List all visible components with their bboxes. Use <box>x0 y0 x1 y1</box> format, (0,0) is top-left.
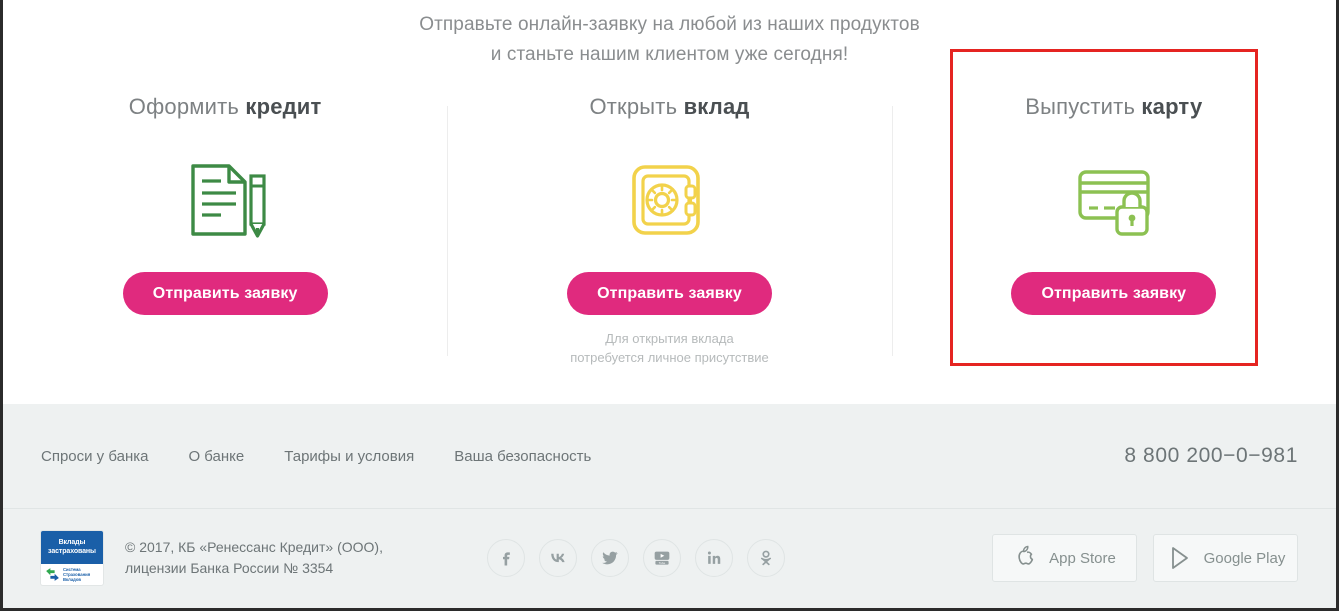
footer-link-ask-bank[interactable]: Спроси у банка <box>41 448 148 465</box>
insurance-badge-title: Вклады застрахованы <box>41 531 103 564</box>
card-deposit[interactable]: Открыть вклад Отправить заявку Для откры… <box>447 94 891 394</box>
app-store-badges: App Store Google Play <box>991 534 1298 582</box>
google-play-label: Google Play <box>1203 549 1286 567</box>
document-pen-icon <box>181 152 269 248</box>
copyright-text: © 2017, КБ «Ренессанс Кредит» (ООО), лиц… <box>125 537 383 579</box>
app-store-label: App Store <box>1049 549 1116 567</box>
card-deposit-title-regular: Открыть <box>589 94 684 119</box>
footer-navigation: Спроси у банка О банке Тарифы и условия … <box>3 404 1336 508</box>
card-issue-title: Выпустить карту <box>1025 94 1202 120</box>
card-apply-button[interactable]: Отправить заявку <box>1011 272 1217 315</box>
product-cards: Оформить кредит Отправить заявку Открыть… <box>3 94 1336 394</box>
card-deposit-title: Открыть вклад <box>589 94 749 120</box>
safe-icon <box>625 152 713 248</box>
headline-line-1: Отправьте онлайн-заявку на любой из наши… <box>419 14 920 35</box>
google-play-icon <box>1171 547 1188 569</box>
linkedin-icon[interactable] <box>694 539 733 577</box>
deposit-note-line-2: потребуется личное присутствие <box>570 350 769 365</box>
page-footer: Спроси у банка О банке Тарифы и условия … <box>3 404 1336 608</box>
footer-phone-number[interactable]: 8 800 200−0−981 <box>1124 444 1298 468</box>
credit-apply-button[interactable]: Отправить заявку <box>122 272 328 315</box>
card-issue-title-regular: Выпустить <box>1025 94 1142 119</box>
deposit-apply-button[interactable]: Отправить заявку <box>567 272 772 315</box>
page-headline: Отправьте онлайн-заявку на любой из наши… <box>3 0 1336 70</box>
insurance-badge-sub: Система Страхования Вкладов <box>41 564 103 585</box>
svg-text:Tube: Tube <box>658 561 665 565</box>
insurance-badge-subtext: Система Страхования Вкладов <box>63 567 90 583</box>
card-deposit-title-bold: вклад <box>683 94 750 119</box>
insurance-badge-line-1: Вклады <box>58 539 86 546</box>
card-issue-title-bold: карту <box>1141 94 1203 119</box>
footer-link-tariffs[interactable]: Тарифы и условия <box>284 448 414 465</box>
headline-line-2: и станьте нашим клиентом уже сегодня! <box>490 44 849 65</box>
facebook-icon[interactable] <box>486 539 525 577</box>
footer-link-about-bank[interactable]: О банке <box>188 448 244 465</box>
google-play-button[interactable]: Google Play <box>1152 534 1298 582</box>
insurance-recycle-icon <box>46 568 59 581</box>
card-credit-title: Оформить кредит <box>129 94 322 120</box>
deposit-insurance-badge: Вклады застрахованы Система Страхования … <box>41 531 103 585</box>
credit-card-lock-icon <box>1070 152 1158 248</box>
deposit-note: Для открытия вклада потребуется личное п… <box>570 329 769 367</box>
card-issue-card[interactable]: Выпустить карту Отправить заявку <box>891 94 1336 394</box>
footer-link-security[interactable]: Ваша безопасность <box>454 448 591 465</box>
twitter-icon[interactable] <box>590 539 629 577</box>
youtube-icon[interactable]: Tube <box>642 539 681 577</box>
app-store-button[interactable]: App Store <box>991 534 1137 582</box>
deposit-note-line-1: Для открытия вклада <box>605 331 734 346</box>
card-credit-title-regular: Оформить <box>128 94 246 119</box>
card-credit-title-bold: кредит <box>245 94 322 119</box>
odnoklassniki-icon[interactable] <box>746 539 785 577</box>
insurance-badge-line-2: застрахованы <box>48 548 96 555</box>
page-root: Отправьте онлайн-заявку на любой из наши… <box>0 0 1339 611</box>
copyright-line-2: лицензии Банка России № 3354 <box>125 560 334 576</box>
copyright-line-1: © 2017, КБ «Ренессанс Кредит» (ООО), <box>125 539 383 555</box>
footer-bottom-bar: Вклады застрахованы Система Страхования … <box>3 509 1336 607</box>
apple-icon <box>1018 545 1034 565</box>
insurance-sub-3: Вкладов <box>63 577 81 583</box>
vk-icon[interactable] <box>538 539 577 577</box>
card-credit[interactable]: Оформить кредит Отправить заявку <box>3 94 447 394</box>
social-links: Tube <box>486 539 785 577</box>
